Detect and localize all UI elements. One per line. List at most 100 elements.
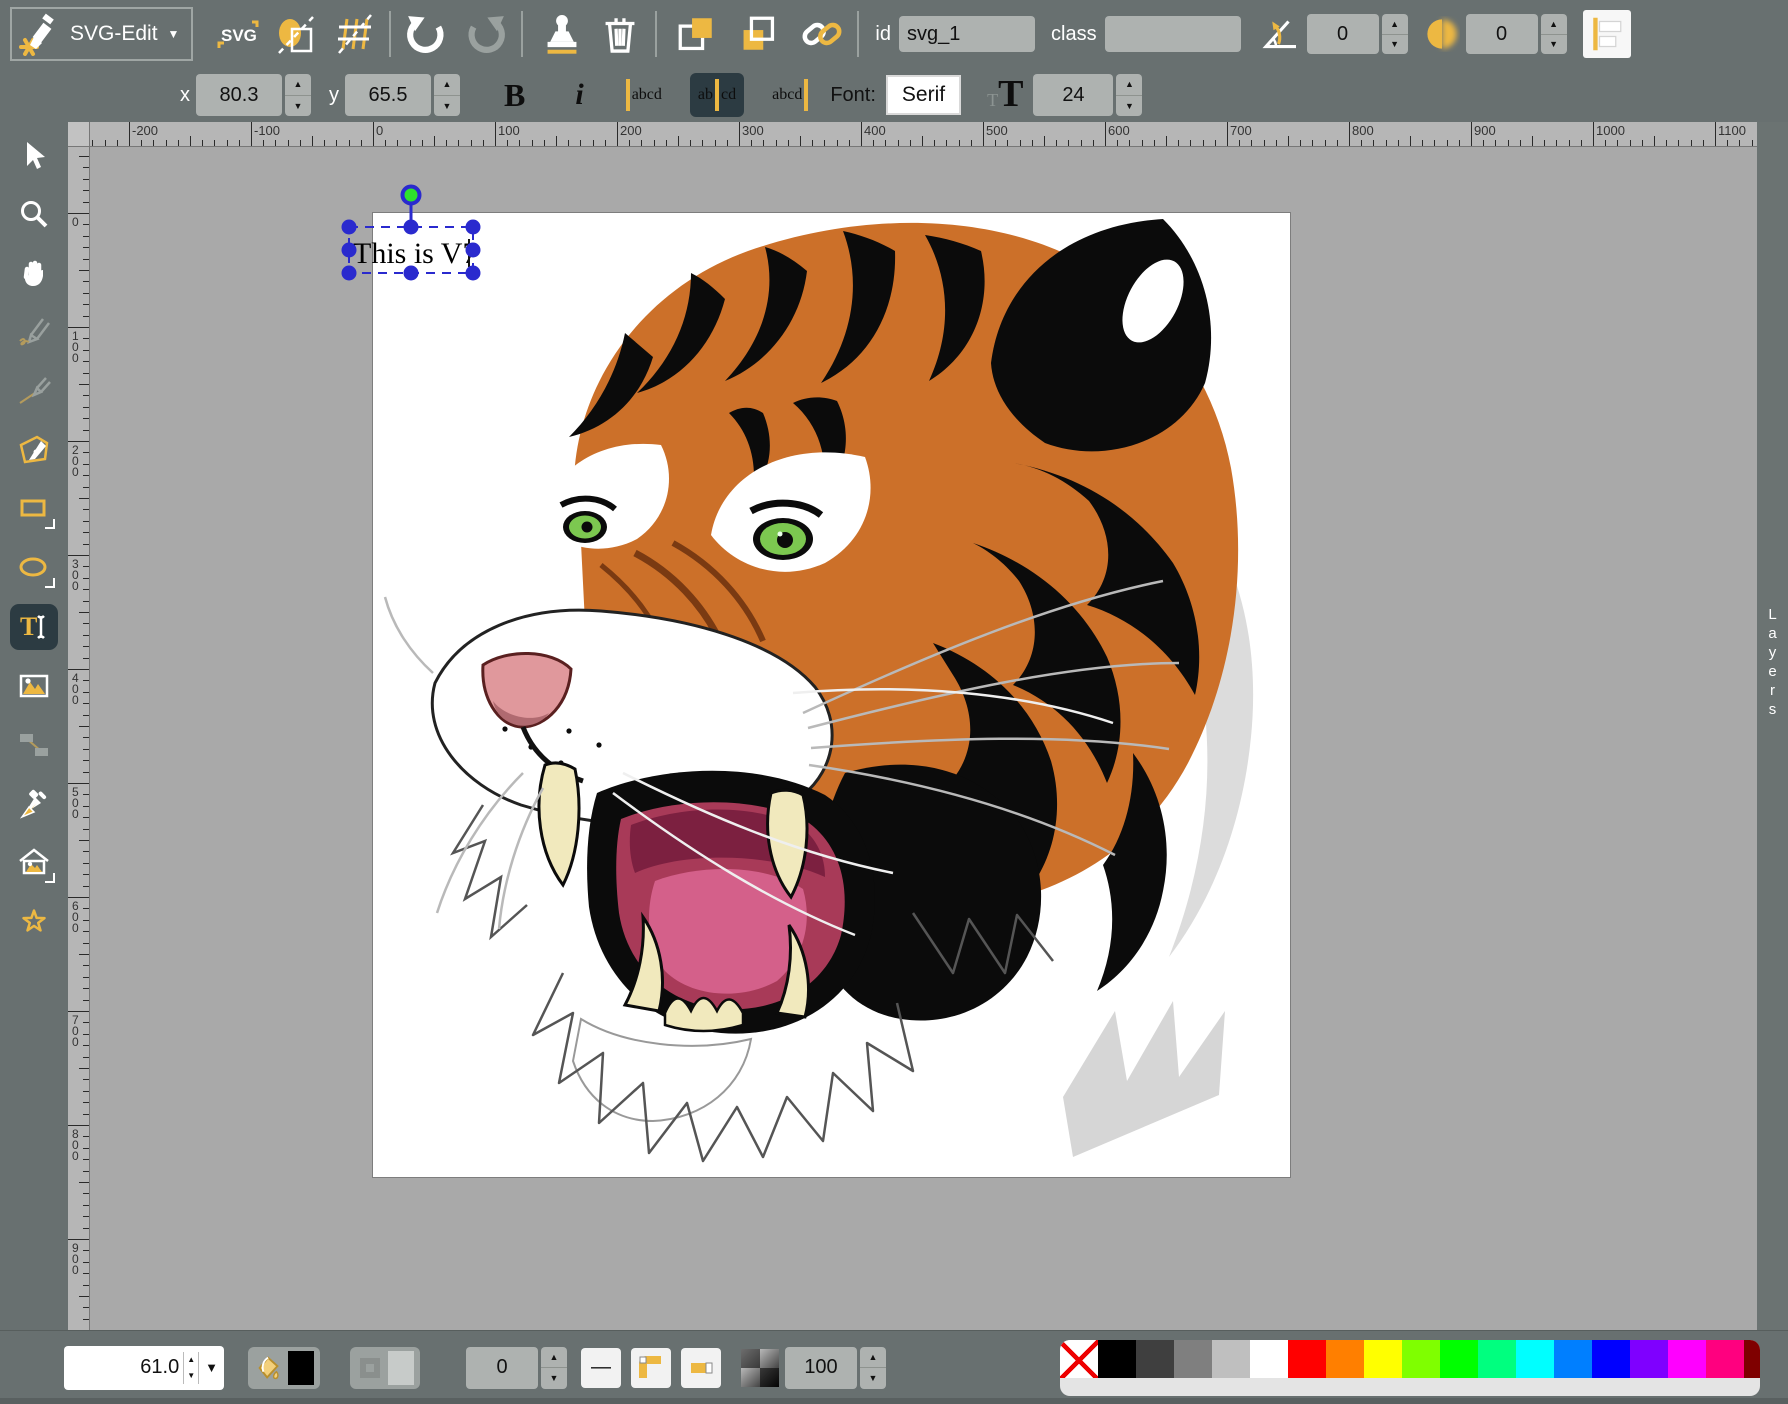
clone-button[interactable] [539,11,585,57]
stroke-width-spin-up[interactable]: ▲ [541,1347,567,1369]
star-tool[interactable] [10,899,58,945]
text-anchor-start-button[interactable]: abcd [620,73,670,117]
delete-button[interactable] [597,11,643,57]
text-anchor-end-button[interactable]: abcd [764,73,814,117]
opacity-icon[interactable] [741,1349,779,1387]
x-spin-down[interactable]: ▼ [285,96,311,117]
angle-spin-down[interactable]: ▼ [1382,35,1408,55]
class-input[interactable] [1105,16,1241,52]
workspace[interactable]: This is V7 [90,147,1757,1330]
font-family-button[interactable]: Serif [886,75,961,115]
zoom-value[interactable]: 61.0 [70,1356,183,1379]
layers-panel-toggle[interactable]: Layers [1757,122,1788,1330]
stroke-width-spin-down[interactable]: ▼ [541,1368,567,1389]
stroke-width-spinner[interactable]: ▲▼ [541,1347,567,1389]
font-size-icon: T T [987,79,1023,111]
svg-canvas[interactable] [373,213,1290,1177]
palette-swatch-#7f7f7f[interactable] [1174,1340,1212,1378]
opacity-input[interactable]: 100 [785,1347,857,1389]
zoom-spin-down[interactable]: ▼ [184,1368,198,1384]
italic-button[interactable]: i [575,78,583,112]
line-tool[interactable] [10,368,58,414]
main-menu-button[interactable]: SVG-Edit ▼ [10,7,193,61]
palette-swatch-#7f0000[interactable] [1744,1340,1760,1378]
fill-color-swatch[interactable] [288,1351,314,1385]
angle-input[interactable]: 0 [1307,14,1379,54]
select-tool[interactable] [10,132,58,178]
undo-button[interactable] [403,11,449,57]
fill-color-group[interactable] [248,1347,320,1389]
palette-swatch-#7f00ff[interactable] [1630,1340,1668,1378]
path-tool[interactable] [10,427,58,473]
zoom-dropdown-icon[interactable]: ▼ [199,1360,218,1375]
shape-library-tool[interactable] [10,840,58,886]
zoom-spinner[interactable]: ▲▼ [183,1352,199,1384]
linecap-button[interactable] [681,1348,721,1388]
palette-swatch-#ff7f00[interactable] [1326,1340,1364,1378]
font-size-input[interactable]: 24 [1033,74,1113,116]
blur-spinner[interactable]: ▲▼ [1541,14,1567,54]
angle-spin-up[interactable]: ▲ [1382,14,1408,35]
palette-swatch-#000000[interactable] [1098,1340,1136,1378]
palette-swatch-#ff0000[interactable] [1288,1340,1326,1378]
x-spin-up[interactable]: ▲ [285,74,311,96]
angle-spinner[interactable]: ▲▼ [1382,14,1408,54]
image-tool[interactable] [10,663,58,709]
palette-swatch-#00ffff[interactable] [1516,1340,1554,1378]
stroke-color-swatch[interactable] [388,1351,414,1385]
palette-swatch-#ffffff[interactable] [1250,1340,1288,1378]
palette-swatch-#007fff[interactable] [1554,1340,1592,1378]
palette-swatch-#0000ff[interactable] [1592,1340,1630,1378]
y-spin-down[interactable]: ▼ [434,96,460,117]
source-editor-button[interactable]: SVG [215,11,261,57]
palette-swatch-#00ff7f[interactable] [1478,1340,1516,1378]
blur-spin-down[interactable]: ▼ [1541,35,1567,55]
y-spin-up[interactable]: ▲ [434,74,460,96]
blur-input[interactable]: 0 [1466,14,1538,54]
make-link-button[interactable] [799,11,845,57]
opacity-spinner[interactable]: ▲▼ [860,1347,886,1389]
font-size-spin-down[interactable]: ▼ [1116,96,1142,117]
opacity-spin-up[interactable]: ▲ [860,1347,886,1369]
pencil-tool[interactable] [10,309,58,355]
connector-tool[interactable] [10,722,58,768]
ellipse-tool[interactable] [10,545,58,591]
font-size-spinner[interactable]: ▲▼ [1116,74,1142,116]
rect-tool[interactable] [10,486,58,532]
palette-swatch-#00ff00[interactable] [1440,1340,1478,1378]
eyedropper-tool[interactable] [10,781,58,827]
palette-swatch-#ff00ff[interactable] [1668,1340,1706,1378]
redo-button[interactable] [463,11,509,57]
palette-swatch-#3f3f3f[interactable] [1136,1340,1174,1378]
stroke-color-group[interactable] [350,1347,420,1389]
opacity-spin-down[interactable]: ▼ [860,1368,886,1389]
font-size-spin-up[interactable]: ▲ [1116,74,1142,96]
x-spinner[interactable]: ▲▼ [285,74,311,116]
rotate-handle[interactable] [403,187,420,204]
blur-spin-up[interactable]: ▲ [1541,14,1567,35]
y-spinner[interactable]: ▲▼ [434,74,460,116]
text-tool[interactable]: T [10,604,58,650]
align-dropdown-button[interactable] [1583,10,1631,58]
zoom-spin-up[interactable]: ▲ [184,1352,198,1368]
zoom-widget[interactable]: 61.0 ▲▼ ▼ [64,1346,224,1390]
id-input[interactable]: svg_1 [899,16,1035,52]
move-to-bottom-button[interactable] [673,11,719,57]
palette-swatch-#7fff00[interactable] [1402,1340,1440,1378]
zoom-tool[interactable] [10,191,58,237]
bold-button[interactable]: B [504,77,525,114]
linejoin-button[interactable] [631,1348,671,1388]
text-y-input[interactable]: 65.5 [345,74,431,116]
palette-swatch-#ffff00[interactable] [1364,1340,1402,1378]
palette-swatch-#bfbfbf[interactable] [1212,1340,1250,1378]
palette-swatch-none[interactable] [1060,1340,1098,1378]
document-properties-button[interactable] [273,11,319,57]
text-anchor-middle-button[interactable]: ab cd [690,73,744,117]
pan-tool[interactable] [10,250,58,296]
text-x-input[interactable]: 80.3 [196,74,282,116]
stroke-dash-select[interactable]: — [581,1348,621,1388]
move-to-top-button[interactable] [735,11,781,57]
preferences-button[interactable] [331,11,377,57]
stroke-width-input[interactable]: 0 [466,1347,538,1389]
palette-swatch-#ff007f[interactable] [1706,1340,1744,1378]
